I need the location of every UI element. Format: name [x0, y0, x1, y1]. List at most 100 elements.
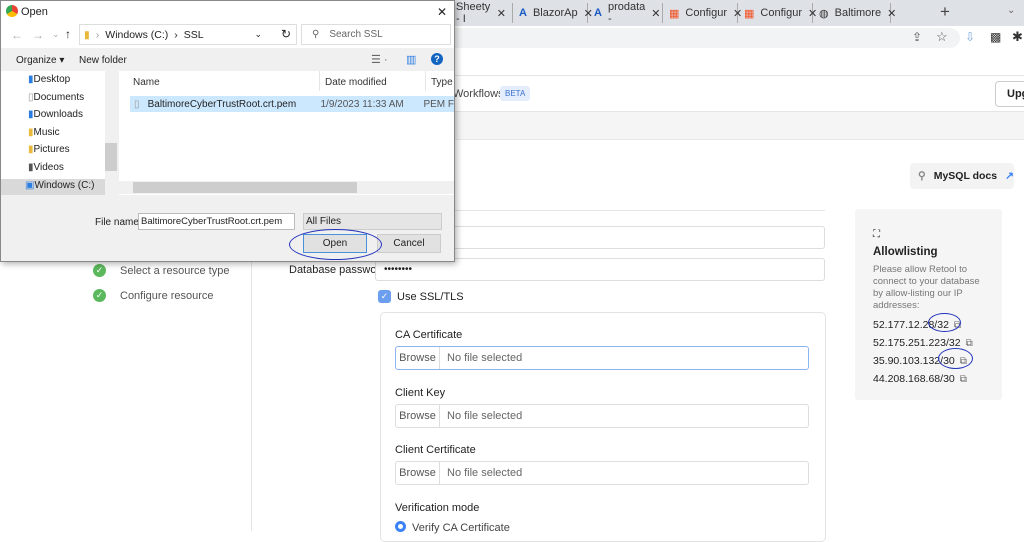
ca-certificate-label: CA Certificate [395, 329, 462, 341]
check-icon: ✓ [93, 289, 106, 302]
qr-icon[interactable]: ▩ [990, 30, 1001, 44]
new-tab-button[interactable]: + [940, 2, 950, 22]
cancel-button[interactable]: Cancel [377, 234, 441, 253]
extensions-icon[interactable]: ✱ [1012, 29, 1023, 45]
ssl-checkbox[interactable]: ✓ [378, 290, 391, 303]
up-icon[interactable]: ↑ [65, 27, 71, 41]
network-icon: ⛶ [873, 229, 984, 240]
workflows-link[interactable]: Workflows [453, 88, 504, 100]
nav-item-music[interactable]: ▮Music [28, 124, 94, 142]
ip-row: 52.175.251.223/32 ⧉ [873, 334, 984, 352]
tab-label: Sheety - I [456, 1, 491, 25]
browser-tab[interactable]: ▦Configur✕ [738, 3, 813, 23]
annotation-circle [938, 348, 973, 369]
chrome-icon [6, 5, 18, 17]
upgrade-button[interactable]: Upg [995, 81, 1024, 107]
file-row[interactable]: ▯ BaltimoreCyberTrustRoot.crt.pem 1/9/20… [130, 96, 454, 112]
nav-item-downloads[interactable]: ▮Downloads [28, 106, 94, 124]
browser-tab[interactable]: Aprodata - ✕ [588, 3, 663, 23]
mysql-docs-button[interactable]: ⚲MySQL docs↗ [910, 163, 1014, 189]
browser-tab[interactable]: ▦Configur✕ [663, 3, 738, 23]
azure-icon: A [594, 7, 602, 19]
close-icon[interactable]: ✕ [497, 7, 506, 20]
organize-menu[interactable]: Organize ▾ [16, 55, 64, 66]
nav-list: ▮Desktop ▯Documents ▮Downloads ▮Music ▮P… [28, 71, 94, 194]
column-date-modified[interactable]: Date modified [325, 77, 387, 88]
ip-address: 52.175.251.223/32 [873, 337, 961, 349]
close-icon[interactable]: ✕ [887, 7, 896, 20]
new-folder-button[interactable]: New folder [79, 55, 127, 66]
file-type-select[interactable]: All Files [303, 213, 442, 230]
forward-icon[interactable]: → [32, 28, 44, 42]
copy-icon[interactable]: ⧉ [966, 338, 973, 349]
password-label: Database password [289, 264, 386, 276]
refresh-icon[interactable]: ↻ [281, 27, 291, 41]
browse-button[interactable]: Browse [396, 462, 440, 484]
ssl-label: Use SSL/TLS [397, 291, 464, 303]
nav-item-videos[interactable]: ▮Videos [28, 159, 94, 177]
star-icon[interactable]: ☆ [936, 29, 948, 45]
file-status: No file selected [440, 405, 522, 427]
browser-tab[interactable]: Sheety - I ✕ [450, 3, 513, 23]
copy-icon[interactable]: ⧉ [960, 374, 967, 385]
help-icon[interactable]: ? [431, 53, 443, 65]
dialog-title: Open [21, 6, 48, 18]
step-label: Configure resource [120, 290, 214, 302]
tab-label: Configur [685, 7, 727, 19]
step-item: ✓ Configure resource [93, 289, 214, 302]
allowlisting-title: Allowlisting [873, 246, 984, 258]
nav-item-documents[interactable]: ▯Documents [28, 89, 94, 107]
microsoft-icon: ▦ [744, 7, 754, 20]
path-folder[interactable]: SSL [184, 29, 204, 41]
close-icon[interactable]: ✕ [437, 5, 447, 19]
tab-label: Configur [760, 7, 802, 19]
external-link-icon: ↗ [1005, 170, 1014, 182]
annotation-circle [928, 313, 961, 332]
microsoft-icon: ▦ [669, 7, 679, 20]
tab-label: prodata - [608, 1, 645, 25]
nav-item-desktop[interactable]: ▮Desktop [28, 71, 94, 89]
view-options-icon[interactable]: ☰ · [371, 53, 388, 66]
chevron-down-icon[interactable]: ⌄ [1007, 5, 1015, 16]
close-icon[interactable]: ✕ [651, 7, 660, 20]
path-bar[interactable]: ▮› Windows (C:)› SSL ⌄ [79, 24, 297, 45]
search-placeholder: Search SSL [329, 29, 382, 40]
browser-tab[interactable]: ABlazorAp✕ [513, 3, 588, 23]
ca-certificate-file-input[interactable]: BrowseNo file selected [395, 346, 809, 370]
search-input[interactable]: ⚲ Search SSL [301, 24, 451, 45]
nav-item-windows-c[interactable]: ▣Windows (C:) [25, 177, 94, 195]
download-icon[interactable]: ⇩ [965, 30, 975, 44]
open-file-dialog: Open ✕ ← → ⌄ ↑ ▮› Windows (C:)› SSL ⌄ ↻ … [0, 0, 455, 262]
search-icon: ⚲ [312, 29, 319, 40]
file-icon: ▯ [130, 99, 148, 110]
column-name[interactable]: Name [133, 77, 160, 88]
file-name-input[interactable]: BaltimoreCyberTrustRoot.crt.pem [138, 213, 295, 230]
chevron-down-icon[interactable]: ⌄ [254, 29, 262, 40]
client-key-file-input[interactable]: BrowseNo file selected [395, 404, 809, 428]
chevron-down-icon[interactable]: ⌄ [52, 29, 60, 40]
column-type[interactable]: Type [431, 77, 453, 88]
globe-icon: ◍ [819, 7, 829, 20]
browser-tab[interactable]: ◍Baltimore✕ [813, 3, 891, 23]
address-bar[interactable] [440, 28, 960, 48]
verification-mode-label: Verification mode [395, 502, 479, 514]
verify-ca-radio[interactable] [395, 521, 406, 532]
tab-label: Baltimore [835, 7, 881, 19]
share-icon[interactable]: ⇪ [912, 30, 922, 44]
path-drive[interactable]: Windows (C:) [105, 29, 168, 41]
check-icon: ✓ [93, 264, 106, 277]
file-name-label: File name: [95, 217, 142, 228]
allowlisting-panel: ⛶ Allowlisting Please allow Retool to co… [855, 209, 1002, 400]
nav-item-pictures[interactable]: ▮Pictures [28, 141, 94, 159]
dialog-titlebar [1, 1, 454, 23]
horizontal-scrollbar[interactable] [119, 181, 454, 194]
browse-button[interactable]: Browse [396, 347, 440, 369]
nav-scrollbar[interactable] [105, 71, 117, 195]
browse-button[interactable]: Browse [396, 405, 440, 427]
organize-label: Organize [16, 55, 57, 66]
ip-row: 44.208.168.68/30⧉ [873, 370, 984, 388]
step-item: ✓Select a resource type [93, 264, 229, 277]
back-icon[interactable]: ← [11, 28, 23, 42]
client-certificate-file-input[interactable]: BrowseNo file selected [395, 461, 809, 485]
preview-pane-icon[interactable]: ▥ [406, 53, 416, 66]
